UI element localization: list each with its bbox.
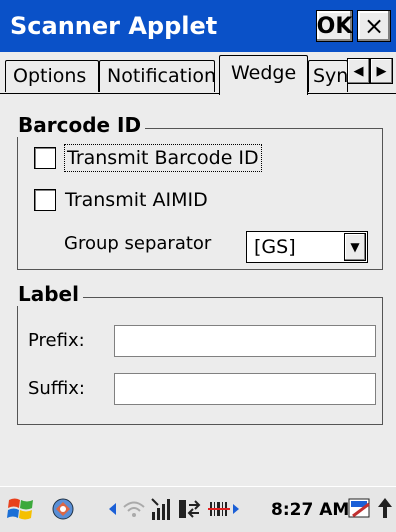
transmit-aimid-row[interactable]: Transmit AIMID (34, 187, 208, 213)
transmit-aimid-label: Transmit AIMID (65, 189, 208, 211)
prefix-input[interactable] (114, 325, 376, 357)
signal-strength-icon[interactable] (150, 496, 174, 522)
suffix-label: Suffix: (28, 378, 85, 399)
tab-scroll-right-icon[interactable]: ▶ (370, 58, 393, 84)
clock[interactable]: 8:27 AM (271, 499, 349, 521)
label-group: Label Prefix: Suffix: (16, 282, 383, 425)
group-separator-value: [GS] (254, 236, 296, 258)
tab-scroll-left-icon[interactable]: ◀ (347, 58, 370, 84)
tab-options[interactable]: Options (5, 60, 99, 92)
barcode-id-group: Barcode ID Transmit Barcode ID Transmit … (16, 113, 383, 270)
tab-scroll-arrows: ◀ ▶ (347, 58, 393, 84)
transmit-aimid-checkbox[interactable] (34, 189, 56, 211)
wifi-icon[interactable] (121, 496, 147, 522)
tab-notification[interactable]: Notification (99, 60, 215, 92)
tab-wedge[interactable]: Wedge (219, 55, 308, 95)
tab-strip: Options Notification Wedge Syn (0, 52, 396, 95)
connectivity-icon[interactable] (50, 496, 76, 522)
transmit-barcode-id-label: Transmit Barcode ID (64, 144, 262, 172)
suffix-input[interactable] (114, 373, 376, 405)
input-panel-icon[interactable] (347, 496, 373, 522)
close-button[interactable]: × (357, 10, 391, 42)
group-separator-select[interactable]: [GS] ▼ (246, 231, 368, 263)
taskbar: 8:27 AM (0, 486, 396, 532)
sync-icon[interactable] (177, 496, 203, 522)
ok-button[interactable]: OK (316, 10, 353, 42)
chevron-down-icon[interactable]: ▼ (344, 233, 366, 261)
tab-sym[interactable]: Syn (308, 60, 348, 92)
barcode-scanner-icon[interactable] (208, 496, 242, 522)
barcode-id-legend: Barcode ID (16, 113, 146, 137)
windows-start-icon[interactable] (6, 494, 36, 524)
transmit-barcode-id-checkbox[interactable] (34, 147, 56, 169)
label-legend: Label (16, 282, 83, 306)
up-arrow-icon[interactable] (376, 496, 394, 522)
title-bar: Scanner Applet OK × (0, 0, 396, 53)
group-separator-label: Group separator (64, 233, 212, 254)
tray-left-arrow-icon[interactable] (106, 496, 118, 522)
tab-divider (0, 93, 396, 94)
transmit-barcode-id-row[interactable]: Transmit Barcode ID (34, 144, 262, 172)
window-title: Scanner Applet (10, 12, 218, 40)
prefix-label: Prefix: (28, 330, 85, 351)
